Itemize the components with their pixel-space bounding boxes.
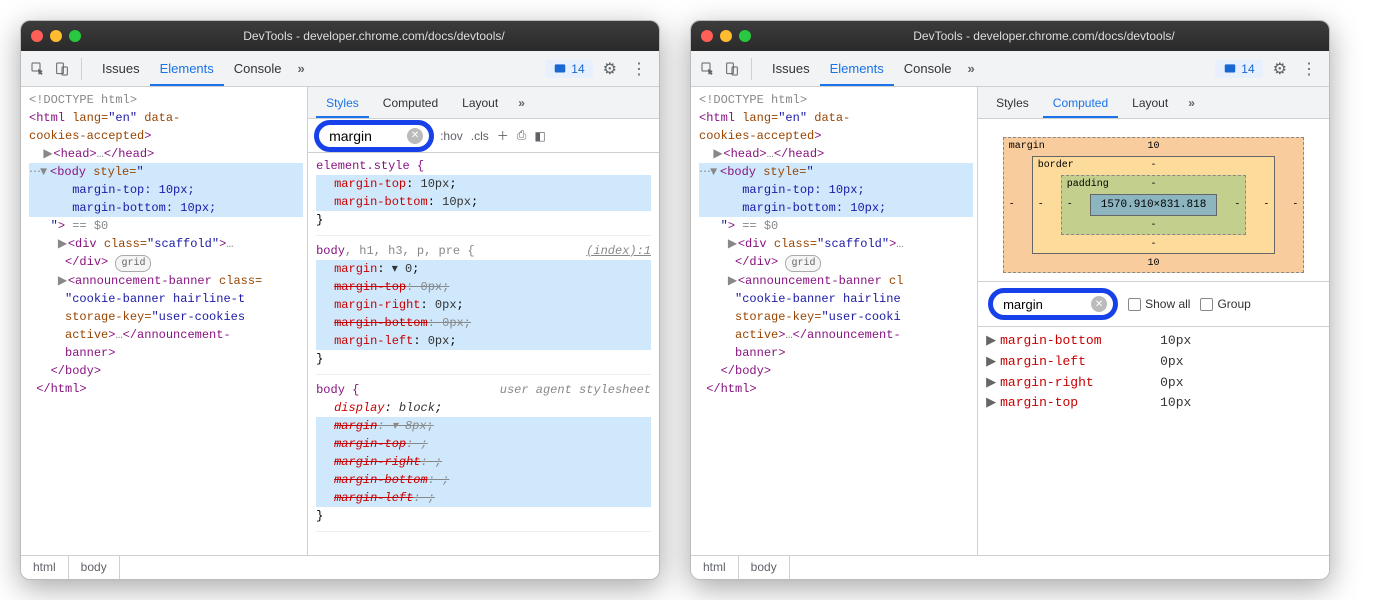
hov-toggle[interactable]: :hov: [440, 129, 463, 143]
grid-badge[interactable]: grid: [115, 255, 151, 272]
computed-row: ▶margin-bottom10px: [986, 331, 1321, 352]
doctype: <!DOCTYPE html>: [699, 91, 973, 109]
doctype: <!DOCTYPE html>: [29, 91, 303, 109]
window-titlebar: DevTools - developer.chrome.com/docs/dev…: [21, 21, 659, 51]
css-rules-list[interactable]: element.style { margin-top: 10px; margin…: [308, 153, 659, 555]
devtools-window-styles: DevTools - developer.chrome.com/docs/dev…: [20, 20, 660, 580]
inspect-element-icon[interactable]: [699, 60, 717, 78]
group-checkbox[interactable]: Group: [1200, 297, 1250, 311]
selected-body-node[interactable]: ⋯▼<body style=": [699, 163, 973, 181]
new-rule-icon[interactable]: ＋: [497, 127, 509, 144]
subtab-layout[interactable]: Layout: [1122, 87, 1178, 118]
crumb-html[interactable]: html: [691, 556, 739, 579]
clear-filter-icon[interactable]: ✕: [1091, 296, 1107, 312]
settings-icon[interactable]: ⚙: [1269, 59, 1291, 79]
subtab-computed[interactable]: Computed: [373, 87, 448, 118]
window-title: DevTools - developer.chrome.com/docs/dev…: [769, 29, 1319, 43]
box-model-content-size: 1570.910×831.818: [1090, 194, 1218, 216]
tab-issues[interactable]: Issues: [762, 51, 820, 86]
styles-filter-input[interactable]: [327, 127, 407, 145]
computed-filter-row: ✕ Show all Group: [978, 281, 1329, 327]
computed-row: ▶margin-right0px: [986, 373, 1321, 394]
tab-issues[interactable]: Issues: [92, 51, 150, 86]
tab-console[interactable]: Console: [894, 51, 962, 86]
breadcrumb: html body: [691, 555, 1329, 579]
selected-body-node[interactable]: ⋯▼<body style=": [29, 163, 303, 181]
subtab-computed[interactable]: Computed: [1043, 87, 1118, 118]
window-title: DevTools - developer.chrome.com/docs/dev…: [99, 29, 649, 43]
close-window-button[interactable]: [701, 30, 713, 42]
window-titlebar: DevTools - developer.chrome.com/docs/dev…: [691, 21, 1329, 51]
minimize-window-button[interactable]: [720, 30, 732, 42]
tab-elements[interactable]: Elements: [820, 51, 894, 86]
issues-badge[interactable]: 14: [1215, 60, 1262, 78]
styles-filter-bar: ✕ :hov .cls ＋ ⎙ ◧: [308, 119, 659, 153]
panel-tabs: Issues Elements Console »: [92, 51, 311, 86]
crumb-body[interactable]: body: [69, 556, 120, 579]
subtab-styles[interactable]: Styles: [316, 87, 369, 118]
show-all-checkbox[interactable]: Show all: [1128, 297, 1190, 311]
device-toggle-icon[interactable]: [723, 60, 741, 78]
tab-elements[interactable]: Elements: [150, 51, 224, 86]
more-subtabs-icon[interactable]: »: [1182, 96, 1201, 110]
panel-tabs: Issues Elements Console »: [762, 51, 981, 86]
computed-subtabs: Styles Computed Layout »: [978, 87, 1329, 119]
grid-badge[interactable]: grid: [785, 255, 821, 272]
close-window-button[interactable]: [31, 30, 43, 42]
tab-console[interactable]: Console: [224, 51, 292, 86]
styles-pane: Styles Computed Layout » ✕ :hov .cls ＋ ⎙…: [308, 87, 659, 555]
print-icon[interactable]: ⎙: [517, 128, 527, 143]
computed-row: ▶margin-top10px: [986, 393, 1321, 414]
zoom-window-button[interactable]: [69, 30, 81, 42]
source-link[interactable]: (index):1: [586, 242, 651, 260]
minimize-window-button[interactable]: [50, 30, 62, 42]
filter-input-highlight: ✕: [314, 120, 434, 152]
computed-pane: Styles Computed Layout » margin 10 10 --…: [978, 87, 1329, 555]
crumb-html[interactable]: html: [21, 556, 69, 579]
settings-icon[interactable]: ⚙: [599, 59, 621, 79]
issues-badge[interactable]: 14: [545, 60, 592, 78]
cls-toggle[interactable]: .cls: [471, 129, 489, 143]
device-toggle-icon[interactable]: [53, 60, 71, 78]
subtab-layout[interactable]: Layout: [452, 87, 508, 118]
computed-filter-highlight: ✕: [988, 288, 1118, 320]
computed-filter-input[interactable]: [1001, 296, 1091, 313]
more-menu-icon[interactable]: ⋮: [1297, 59, 1321, 79]
subtab-styles[interactable]: Styles: [986, 87, 1039, 118]
more-menu-icon[interactable]: ⋮: [627, 59, 651, 79]
crumb-body[interactable]: body: [739, 556, 790, 579]
more-subtabs-icon[interactable]: »: [512, 96, 531, 110]
dom-tree[interactable]: <!DOCTYPE html> <html lang="en" data- co…: [691, 87, 978, 555]
issues-count: 14: [1241, 62, 1254, 76]
toggle-sidebar-icon[interactable]: ◧: [534, 129, 545, 143]
issues-count: 14: [571, 62, 584, 76]
more-tabs-icon[interactable]: »: [291, 61, 310, 76]
devtools-window-computed: DevTools - developer.chrome.com/docs/dev…: [690, 20, 1330, 580]
breadcrumb: html body: [21, 555, 659, 579]
clear-filter-icon[interactable]: ✕: [407, 128, 423, 144]
computed-properties-list[interactable]: ▶margin-bottom10px ▶margin-left0px ▶marg…: [978, 327, 1329, 555]
box-model[interactable]: margin 10 10 -- border -- -- padding -- …: [978, 119, 1329, 281]
dom-tree[interactable]: <!DOCTYPE html> <html lang="en" data- co…: [21, 87, 308, 555]
styles-subtabs: Styles Computed Layout »: [308, 87, 659, 119]
inspect-element-icon[interactable]: [29, 60, 47, 78]
main-toolbar: Issues Elements Console » 14 ⚙ ⋮: [691, 51, 1329, 87]
main-toolbar: Issues Elements Console » 14 ⚙ ⋮: [21, 51, 659, 87]
computed-row: ▶margin-left0px: [986, 352, 1321, 373]
zoom-window-button[interactable]: [739, 30, 751, 42]
more-tabs-icon[interactable]: »: [961, 61, 980, 76]
